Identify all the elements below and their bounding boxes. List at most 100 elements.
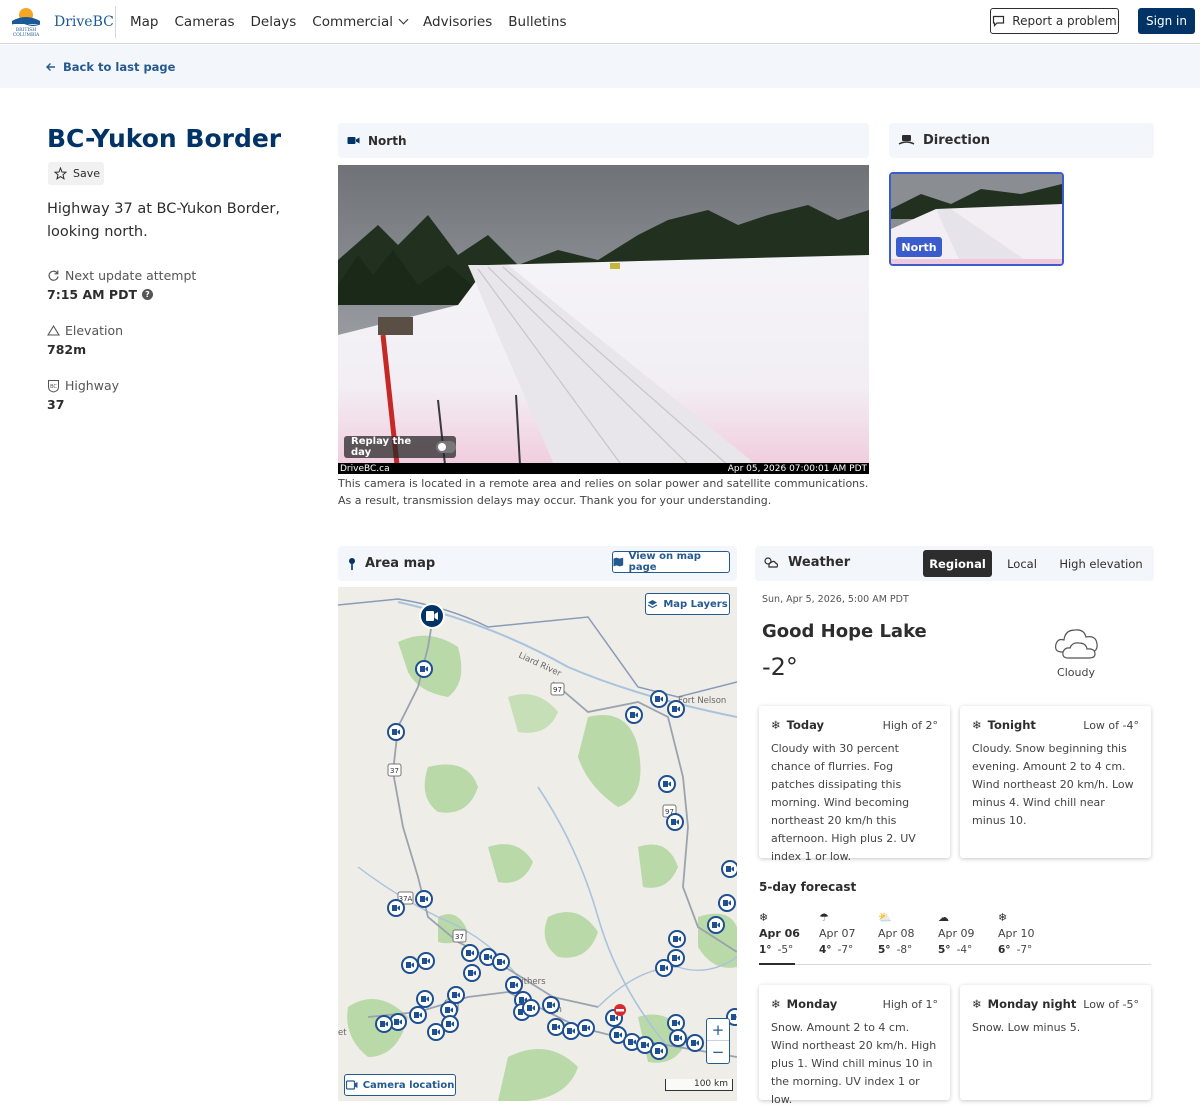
camera-marker[interactable] (492, 953, 510, 971)
camera-marker[interactable] (577, 1019, 595, 1037)
camera-marker[interactable] (667, 700, 685, 718)
mountain-icon (47, 324, 60, 336)
camera-marker[interactable] (522, 999, 540, 1017)
camera-title: BC-Yukon Border (47, 124, 282, 153)
toggle-switch[interactable] (435, 441, 456, 453)
camera-marker[interactable] (658, 775, 676, 793)
camera-marker[interactable] (667, 1014, 685, 1032)
nav-map[interactable]: Map (130, 14, 159, 30)
star-icon (54, 167, 67, 180)
map-layers-button[interactable]: Map Layers (645, 593, 730, 615)
camera-marker[interactable] (542, 996, 560, 1014)
weather-temperature: -2° (762, 653, 798, 681)
camera-marker[interactable] (415, 660, 433, 678)
arrow-left-icon (46, 63, 55, 71)
camera-marker[interactable] (721, 860, 737, 878)
svg-text:97: 97 (553, 686, 562, 694)
next-update-info: Next update attempt 7:15 AM PDT? (47, 268, 197, 302)
replay-the-day-toggle[interactable]: Replay the day (344, 436, 456, 458)
camera-marker[interactable] (666, 813, 684, 831)
help-icon[interactable]: ? (141, 289, 153, 300)
snowflake-icon: ❄ (771, 997, 781, 1011)
forecast-day[interactable]: ❄ Apr 06 1° -5° (759, 911, 815, 956)
svg-text:BC: BC (50, 384, 57, 390)
direction-header: Direction (889, 123, 1154, 158)
svg-text:COLUMBIA: COLUMBIA (13, 32, 40, 38)
snowflake-icon: ❄ (972, 997, 982, 1011)
zoom-out-button[interactable]: − (707, 1041, 729, 1063)
camera-marker[interactable] (447, 986, 465, 1004)
view-on-map-page-button[interactable]: View on map page (612, 551, 730, 573)
chevron-down-icon (398, 14, 409, 25)
camera-marker[interactable] (668, 930, 686, 948)
bc-logo-icon: BRITISH COLUMBIA (8, 5, 44, 39)
camera-marker[interactable] (650, 1042, 668, 1060)
drivebc-logo[interactable]: BRITISH COLUMBIA DriveBC (8, 5, 114, 39)
camera-marker[interactable] (650, 690, 668, 708)
nav-cameras[interactable]: Cameras (175, 14, 235, 30)
tab-high-elevation[interactable]: High elevation (1055, 550, 1147, 577)
weather-date: Sun, Apr 5, 2026, 5:00 AM PDT (762, 594, 909, 605)
weather-header: Weather Regional Local High elevation (755, 546, 1154, 581)
camera-marker[interactable] (387, 899, 405, 917)
forecast-day[interactable]: ❄ Apr 10 6° -7° (998, 911, 1054, 956)
nav-delays[interactable]: Delays (251, 14, 297, 30)
camera-marker[interactable] (669, 1029, 687, 1047)
camera-marker[interactable] (401, 956, 419, 974)
highway-shield-icon: BC (48, 379, 59, 393)
camera-marker[interactable] (655, 959, 673, 977)
camera-location-button[interactable]: Camera location (344, 1074, 456, 1096)
forecast-day[interactable]: ☂ Apr 07 4° -7° (819, 911, 875, 956)
sign-in-button[interactable]: Sign in (1138, 8, 1195, 34)
nav-bulletins[interactable]: Bulletins (508, 14, 566, 30)
camera-marker[interactable] (427, 1023, 445, 1041)
snowflake-icon: ❄ (771, 718, 781, 732)
camera-marker[interactable] (461, 944, 479, 962)
camera-marker[interactable] (547, 1018, 565, 1036)
camera-marker[interactable] (417, 952, 435, 970)
camera-info-strip: DriveBC.ca Apr 05, 2026 07:00:01 AM PDT (338, 463, 869, 474)
five-day-forecast-title: 5-day forecast (759, 880, 857, 894)
layers-icon (648, 599, 658, 608)
camera-marker[interactable] (505, 976, 523, 994)
area-map[interactable]: 97 37 97 37A 37 16 Liard River Fort Nels… (338, 587, 737, 1101)
svg-text:37: 37 (390, 767, 399, 775)
zoom-controls: + − (706, 1018, 730, 1064)
camera-marker[interactable] (409, 1006, 427, 1024)
chat-bubble-icon (993, 15, 1005, 27)
forecast-day[interactable]: ⛅ Apr 08 5° -8° (878, 911, 934, 956)
camera-marker[interactable] (625, 706, 643, 724)
camera-marker[interactable] (718, 894, 736, 912)
camera-notice: This camera is located in a remote area … (338, 477, 869, 507)
snowflake-icon: ❄ (972, 718, 982, 732)
report-problem-button[interactable]: Report a problem (990, 8, 1119, 34)
map-canvas[interactable]: 97 37 97 37A 37 16 Liard River Fort Nels… (338, 587, 737, 1101)
logo-text: DriveBC (54, 14, 114, 30)
nav-advisories[interactable]: Advisories (423, 14, 492, 30)
camera-marker[interactable] (707, 916, 725, 934)
snowflake-icon: ❄ (759, 911, 769, 924)
camera-marker[interactable] (416, 990, 434, 1008)
tab-regional[interactable]: Regional (923, 550, 992, 577)
weather-location: Good Hope Lake (762, 621, 927, 642)
forecast-day[interactable]: ☁ Apr 09 5° -4° (938, 911, 994, 956)
zoom-in-button[interactable]: + (707, 1019, 729, 1041)
weather-icon (764, 557, 779, 568)
svg-text:et: et (338, 1028, 347, 1038)
camera-marker[interactable] (562, 1022, 580, 1040)
camera-marker[interactable] (415, 890, 433, 908)
rain-cloud-icon: ☂ (819, 911, 829, 924)
save-button[interactable]: Save (48, 162, 104, 185)
map-icon (613, 557, 624, 567)
camera-marker[interactable] (463, 964, 481, 982)
camera-marker[interactable] (686, 1034, 704, 1052)
back-link[interactable]: Back to last page (46, 60, 175, 74)
map-scale: 100 km (665, 1079, 733, 1091)
tab-local[interactable]: Local (1001, 550, 1043, 577)
camera-location-icon (345, 1080, 358, 1090)
nav-commercial[interactable]: Commercial (312, 14, 409, 30)
camera-marker[interactable] (387, 723, 405, 741)
camera-image[interactable] (338, 165, 869, 474)
camera-marker[interactable] (375, 1015, 393, 1033)
sun-cloud-icon: ⛅ (878, 911, 892, 924)
